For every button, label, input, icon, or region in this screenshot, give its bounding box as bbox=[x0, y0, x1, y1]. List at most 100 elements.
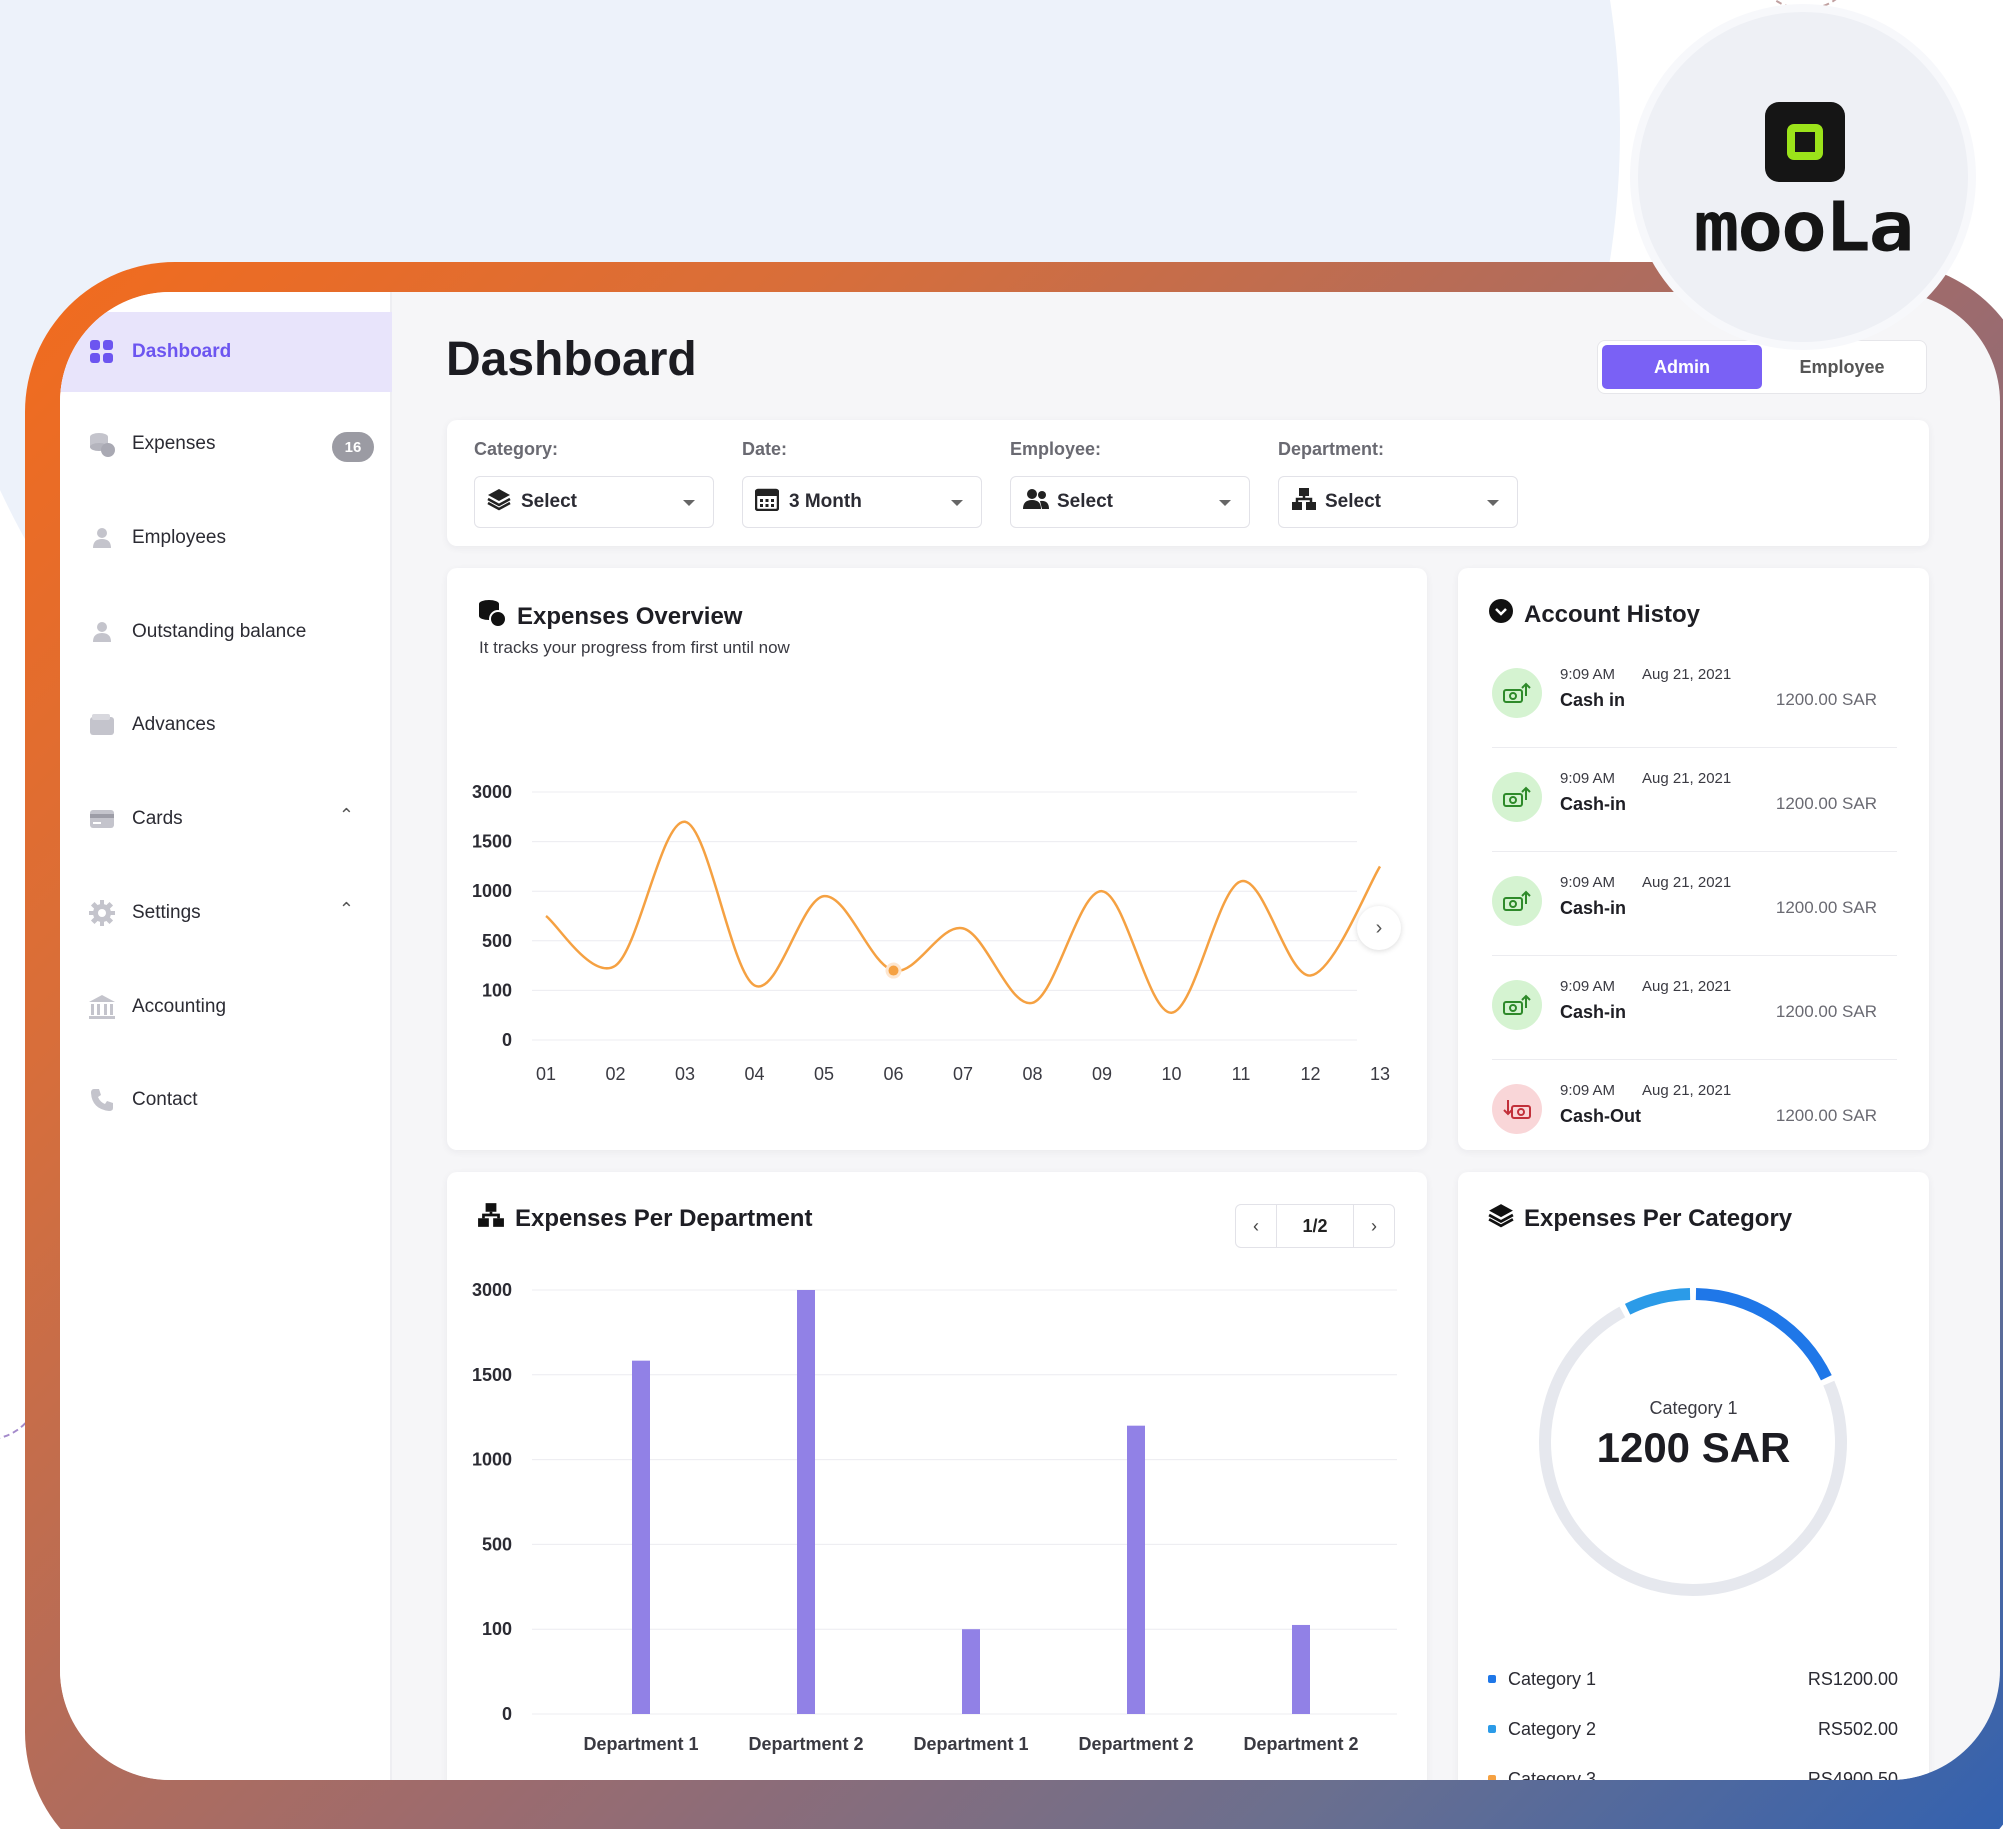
cash-in-icon bbox=[1492, 772, 1542, 822]
transaction-row[interactable]: 9:09 AM Aug 21, 2021 Cash-Out 1200.00 SAR bbox=[1492, 1060, 1897, 1164]
logo-mark-icon bbox=[1765, 102, 1845, 182]
transaction-time: 9:09 AM bbox=[1560, 874, 1616, 891]
sidebar-item-accounting[interactable]: Accounting bbox=[60, 967, 392, 1047]
donut-slice bbox=[1624, 1288, 1691, 1315]
transaction-row[interactable]: 9:09 AM Aug 21, 2021 Cash-in 1200.00 SAR bbox=[1492, 748, 1897, 852]
app-screen: Dashboard Expenses 16 Employees Outstand… bbox=[60, 292, 2000, 1780]
transaction-date: Aug 21, 2021 bbox=[1642, 874, 1732, 891]
donut-center-value: 1200 SAR bbox=[1596, 1424, 1791, 1471]
user-icon bbox=[87, 617, 117, 647]
calendar-icon bbox=[754, 487, 781, 517]
role-toggle: Admin Employee bbox=[1597, 340, 1927, 394]
admin-role-button[interactable]: Admin bbox=[1602, 345, 1762, 389]
employee-filter: Employee: Select bbox=[1010, 434, 1250, 528]
category-select[interactable]: Select bbox=[474, 476, 714, 528]
y-tick-label: 0 bbox=[502, 1704, 512, 1724]
chevron-up-icon[interactable]: ⌃ bbox=[339, 805, 354, 826]
department-select[interactable]: Select bbox=[1278, 476, 1518, 528]
legend-swatch bbox=[1488, 1775, 1496, 1780]
page-title: Dashboard bbox=[446, 333, 697, 386]
legend-value: RS4900.50 bbox=[1807, 1768, 1898, 1781]
filter-label: Employee: bbox=[1010, 439, 1102, 459]
transaction-date: Aug 21, 2021 bbox=[1642, 978, 1732, 995]
legend-item: Category 2 RS502.00 bbox=[1488, 1714, 1898, 1744]
sidebar-item-label: Dashboard bbox=[132, 341, 232, 362]
transaction-row[interactable]: 9:09 AM Aug 21, 2021 Cash-in 1200.00 SAR bbox=[1492, 956, 1897, 1060]
donut-center-label: Category 1 bbox=[1649, 1398, 1738, 1418]
highlight-point bbox=[888, 965, 899, 976]
transaction-label: Cash-Out bbox=[1560, 1106, 1641, 1126]
logo-wordmark: mooLa bbox=[1693, 186, 1915, 267]
caret-down-icon bbox=[1487, 500, 1499, 506]
bar-chart: 0 100 500 1000 1500 3000 Department 1 Departmen… bbox=[472, 1280, 1397, 1754]
cash-in-icon bbox=[1492, 980, 1542, 1030]
x-tick-label: 01 bbox=[536, 1064, 556, 1084]
caret-down-icon bbox=[1219, 500, 1231, 506]
line-chart: 0 100 500 1000 1500 3000 01 02 03 04 05 06 07 08 09 10 1… bbox=[472, 782, 1390, 1084]
transaction-date: Aug 21, 2021 bbox=[1642, 770, 1732, 787]
y-tick-label: 0 bbox=[502, 1030, 512, 1050]
transaction-label: Cash-in bbox=[1560, 794, 1627, 814]
sidebar-item-contact[interactable]: Contact bbox=[60, 1060, 392, 1140]
bar bbox=[962, 1629, 980, 1714]
sidebar-item-label: Contact bbox=[132, 1089, 198, 1110]
legend-value: RS1200.00 bbox=[1807, 1668, 1898, 1689]
transaction-amount: 1200.00 SAR bbox=[1775, 794, 1877, 813]
caret-down-icon bbox=[951, 500, 963, 506]
expenses-overview-card: Expenses Overview It tracks your progres… bbox=[447, 568, 1427, 1150]
legend-swatch bbox=[1488, 1675, 1496, 1683]
x-tick-label: 09 bbox=[1092, 1064, 1112, 1084]
date-select[interactable]: 3 Month bbox=[742, 476, 982, 528]
account-history-card: Account Histoy 9:09 AM Aug 21, 2021 Cash i… bbox=[1458, 568, 1929, 1150]
chevron-up-icon[interactable]: ⌃ bbox=[339, 899, 354, 920]
sidebar-item-label: Cards bbox=[132, 808, 183, 829]
series-line bbox=[545, 820, 1382, 1014]
x-tick-label: 11 bbox=[1232, 1064, 1251, 1084]
sidebar-item-cards[interactable]: Cards ⌃ bbox=[60, 779, 392, 859]
brand-logo: mooLa bbox=[1638, 12, 1968, 342]
x-tick-label: 02 bbox=[605, 1064, 625, 1084]
legend-label: Category 2 bbox=[1508, 1718, 1597, 1739]
sidebar-item-employees[interactable]: Employees bbox=[60, 498, 392, 578]
transaction-label: Cash in bbox=[1560, 690, 1626, 710]
sidebar-item-expenses[interactable]: Expenses 16 bbox=[60, 404, 392, 484]
y-tick-label: 3000 bbox=[472, 1280, 512, 1300]
legend-swatch bbox=[1488, 1725, 1496, 1733]
employee-select[interactable]: Select bbox=[1010, 476, 1250, 528]
transaction-date: Aug 21, 2021 bbox=[1642, 1082, 1732, 1099]
transaction-time: 9:09 AM bbox=[1560, 978, 1616, 995]
sidebar-item-label: Expenses bbox=[132, 433, 216, 454]
count-badge: 16 bbox=[332, 432, 374, 462]
filter-label: Category: bbox=[474, 439, 559, 459]
layers-icon bbox=[487, 487, 513, 517]
sidebar-item-settings[interactable]: Settings ⌃ bbox=[60, 873, 392, 953]
filter-bar: Category: Select Date: 3 Month Employee: bbox=[447, 420, 1929, 546]
x-tick-label: Department 1 bbox=[913, 1734, 1028, 1754]
sidebar-item-label: Outstanding balance bbox=[132, 621, 307, 642]
chevron-right-icon[interactable]: › bbox=[1357, 906, 1401, 950]
transaction-amount: 1200.00 SAR bbox=[1775, 1106, 1877, 1125]
x-tick-label: Department 2 bbox=[1243, 1734, 1358, 1754]
x-tick-label: Department 2 bbox=[748, 1734, 863, 1754]
bank-icon bbox=[87, 992, 117, 1022]
sidebar-item-dashboard[interactable]: Dashboard bbox=[60, 312, 392, 392]
cash-in-icon bbox=[1492, 668, 1542, 718]
date-filter: Date: 3 Month bbox=[742, 434, 982, 528]
transaction-row[interactable]: 9:09 AM Aug 21, 2021 Cash-in 1200.00 SAR bbox=[1492, 852, 1897, 956]
sidebar-item-outstanding-balance[interactable]: Outstanding balance bbox=[60, 592, 392, 672]
grid-icon bbox=[87, 337, 117, 367]
sidebar-item-advances[interactable]: Advances bbox=[60, 685, 392, 765]
transaction-amount: 1200.00 SAR bbox=[1775, 690, 1877, 709]
transaction-time: 9:09 AM bbox=[1560, 1082, 1616, 1099]
transaction-row[interactable]: 9:09 AM Aug 21, 2021 Cash in 1200.00 SAR bbox=[1492, 644, 1897, 748]
y-tick-label: 100 bbox=[482, 1619, 512, 1639]
filter-label: Department: bbox=[1278, 439, 1385, 459]
employee-role-button[interactable]: Employee bbox=[1762, 345, 1922, 389]
bar bbox=[797, 1290, 815, 1714]
filter-value: Select bbox=[1057, 491, 1113, 512]
y-tick-label: 1000 bbox=[472, 1450, 512, 1470]
expenses-per-category-card: Expenses Per Category Category 1 1200 SA… bbox=[1458, 1172, 1929, 1780]
transaction-label: Cash-in bbox=[1560, 1002, 1627, 1022]
x-tick-label: Department 2 bbox=[1078, 1734, 1193, 1754]
legend-label: Category 1 bbox=[1508, 1668, 1597, 1689]
